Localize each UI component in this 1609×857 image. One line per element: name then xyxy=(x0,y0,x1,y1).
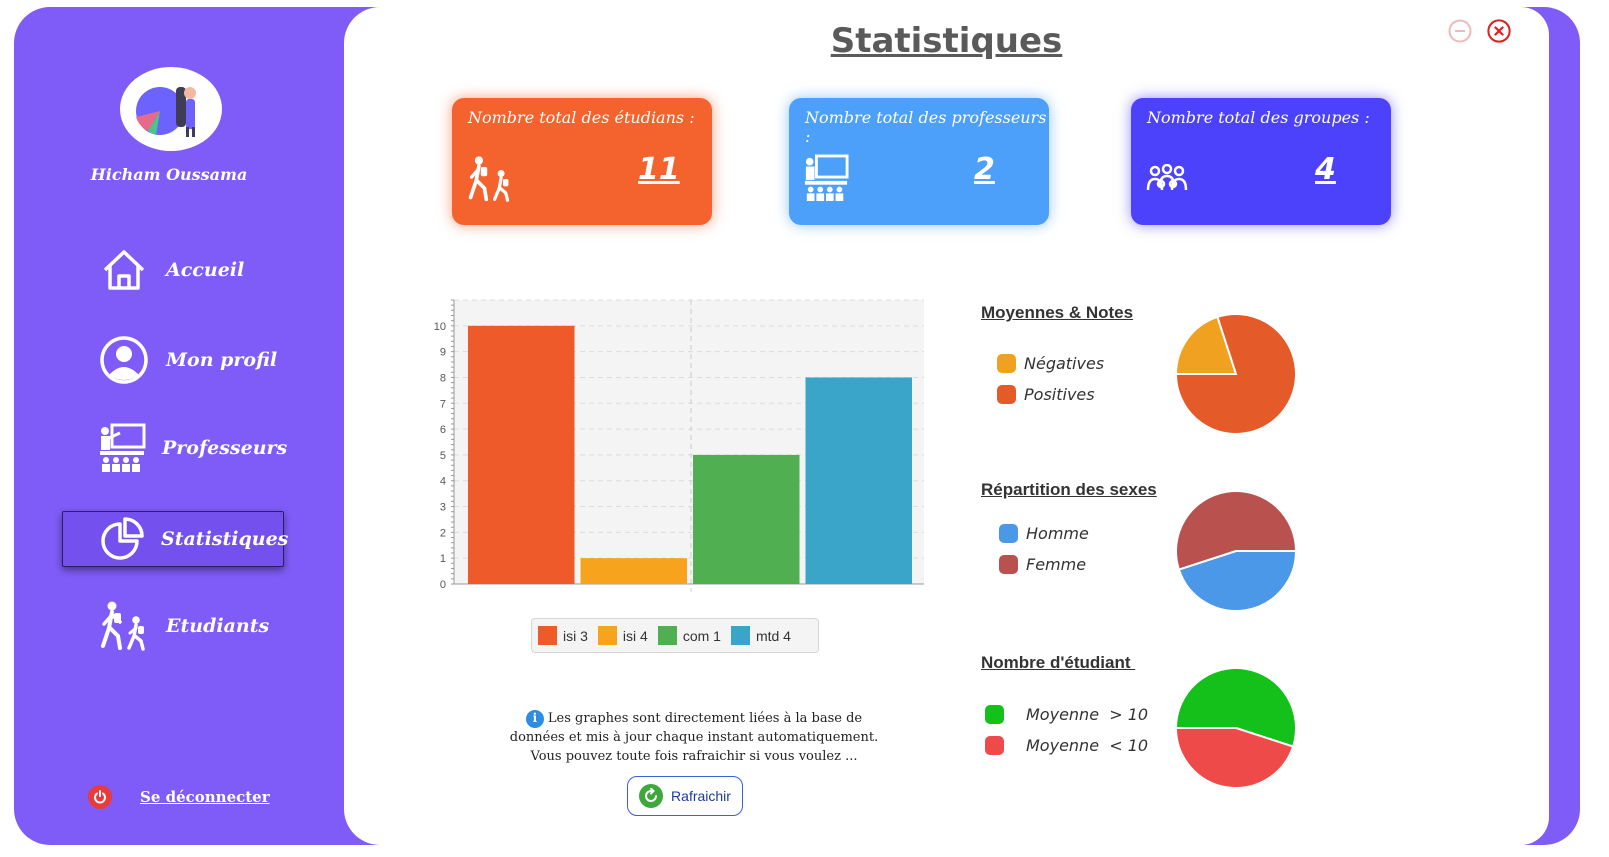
pie-legend-item: Homme xyxy=(999,524,1089,543)
sidebar-item-accueil[interactable]: Accueil xyxy=(62,243,282,297)
sidebar-item-label: Etudiants xyxy=(166,615,270,637)
legend-swatch xyxy=(985,705,1004,724)
legend-label: Homme xyxy=(1026,524,1089,543)
teacher-icon xyxy=(803,154,849,206)
info-icon: i xyxy=(525,709,544,728)
students-icon xyxy=(466,154,514,208)
groups-icon xyxy=(1145,163,1189,200)
card-groups: Nombre total des groupes : 4 xyxy=(1131,98,1391,225)
y-tick-label: 8 xyxy=(440,372,446,384)
teacher-icon xyxy=(98,423,146,473)
logout-link[interactable]: Se déconnecter xyxy=(88,785,270,809)
card-value: 11 xyxy=(638,152,680,187)
legend-item: mtd 4 xyxy=(730,626,791,645)
chart-legend: isi 3 isi 4 com 1 mtd 4 xyxy=(531,618,819,653)
power-icon[interactable] xyxy=(88,785,112,809)
legend-swatch xyxy=(730,626,750,645)
user-icon xyxy=(98,335,150,385)
legend-swatch xyxy=(538,626,557,645)
app-window: Hicham Oussama Accueil Mon profil Profes… xyxy=(14,7,1580,845)
home-icon xyxy=(98,245,150,295)
legend-swatch xyxy=(997,354,1016,373)
legend-swatch xyxy=(999,524,1018,543)
info-message: i Les graphes sont directement liées à la… xyxy=(494,709,894,766)
y-tick-label: 6 xyxy=(440,424,446,436)
pie-legend-item: Femme xyxy=(999,555,1086,574)
legend-label: isi 4 xyxy=(622,627,648,644)
pie-title: Moyennes & Notes xyxy=(981,303,1134,322)
sidebar-item-statistiques[interactable]: Statistiques xyxy=(62,511,288,567)
bar xyxy=(580,558,687,584)
info-line: données et mis à jour chaque instant aut… xyxy=(509,730,879,745)
legend-label: Moyenne < 10 xyxy=(1026,736,1149,755)
bar xyxy=(468,325,575,584)
y-tick-label: 0 xyxy=(440,579,446,591)
legend-item: isi 4 xyxy=(597,626,648,645)
y-tick-label: 9 xyxy=(440,347,446,359)
card-teachers: Nombre total des professeurs : 2 xyxy=(789,98,1049,225)
sidebar-item-professeurs[interactable]: Professeurs xyxy=(62,421,287,475)
sidebar-item-label: Professeurs xyxy=(162,437,288,459)
sidebar-item-label: Statistiques xyxy=(161,528,289,550)
refresh-button[interactable]: Rafraichir xyxy=(627,776,743,816)
sidebar-item-label: Mon profil xyxy=(166,349,278,371)
refresh-label: Rafraichir xyxy=(671,788,731,804)
legend-swatch xyxy=(657,626,677,645)
y-tick-label: 3 xyxy=(440,502,446,514)
legend-swatch xyxy=(999,555,1018,574)
bar xyxy=(693,454,800,584)
y-tick-label: 5 xyxy=(440,450,446,462)
legend-swatch xyxy=(997,385,1016,404)
pie-legend-item: Négatives xyxy=(997,354,1104,373)
legend-label: isi 3 xyxy=(563,627,588,644)
pie-title: Répartition des sexes xyxy=(981,480,1157,499)
y-tick-label: 2 xyxy=(440,527,446,539)
legend-swatch xyxy=(597,626,617,645)
card-title: Nombre total des étudians : xyxy=(468,108,695,127)
pie-legend-item: Moyenne < 10 xyxy=(985,736,1148,755)
info-line: Vous pouvez toute fois rafraichir si vou… xyxy=(530,749,858,764)
bar-chart: 0 1 2 3 4 5 6 7 8 9 10 xyxy=(424,287,924,597)
close-button[interactable] xyxy=(1487,19,1511,43)
pie-chart-icon xyxy=(99,514,145,564)
info-line: Les graphes sont directement liées à la … xyxy=(547,711,863,726)
legend-item: isi 3 xyxy=(538,626,588,645)
logout-label[interactable]: Se déconnecter xyxy=(140,788,270,806)
sidebar-item-label: Accueil xyxy=(166,259,245,281)
card-title: Nombre total des professeurs : xyxy=(805,108,1047,146)
legend-label: Moyenne > 10 xyxy=(1026,705,1149,724)
close-icon xyxy=(1487,19,1511,43)
y-tick-label: 4 xyxy=(440,476,446,488)
main-panel: Statistiques Nombre total des étudians : xyxy=(344,7,1549,845)
legend-label: Négatives xyxy=(1024,354,1105,373)
card-value: 4 xyxy=(1315,152,1336,187)
bar xyxy=(805,377,912,584)
username: Hicham Oussama xyxy=(90,165,248,184)
card-students: Nombre total des étudians : 11 xyxy=(452,98,712,225)
pie-legend-item: Positives xyxy=(997,385,1095,404)
sidebar: Hicham Oussama Accueil Mon profil Profes… xyxy=(14,7,344,845)
minimize-button[interactable] xyxy=(1448,19,1472,43)
legend-label: mtd 4 xyxy=(755,627,791,644)
legend-label: Femme xyxy=(1026,555,1087,574)
legend-label: com 1 xyxy=(682,627,721,644)
avatar xyxy=(120,67,222,151)
page-title: Statistiques xyxy=(830,21,1063,61)
legend-swatch xyxy=(985,736,1004,755)
pie-title: Nombre d'étudiant xyxy=(981,653,1136,672)
sidebar-item-profil[interactable]: Mon profil xyxy=(62,333,282,387)
refresh-icon xyxy=(639,784,664,808)
y-tick-label: 1 xyxy=(440,553,446,565)
minimize-icon xyxy=(1448,19,1472,43)
sidebar-item-etudiants[interactable]: Etudiants xyxy=(62,599,282,653)
legend-item: com 1 xyxy=(657,626,721,645)
y-tick-label: 10 xyxy=(434,321,446,333)
pie-legend-item: Moyenne > 10 xyxy=(985,705,1148,724)
students-icon xyxy=(98,601,150,651)
y-tick-label: 7 xyxy=(440,398,446,410)
card-title: Nombre total des groupes : xyxy=(1147,108,1370,127)
legend-label: Positives xyxy=(1024,385,1095,404)
card-value: 2 xyxy=(974,152,995,187)
